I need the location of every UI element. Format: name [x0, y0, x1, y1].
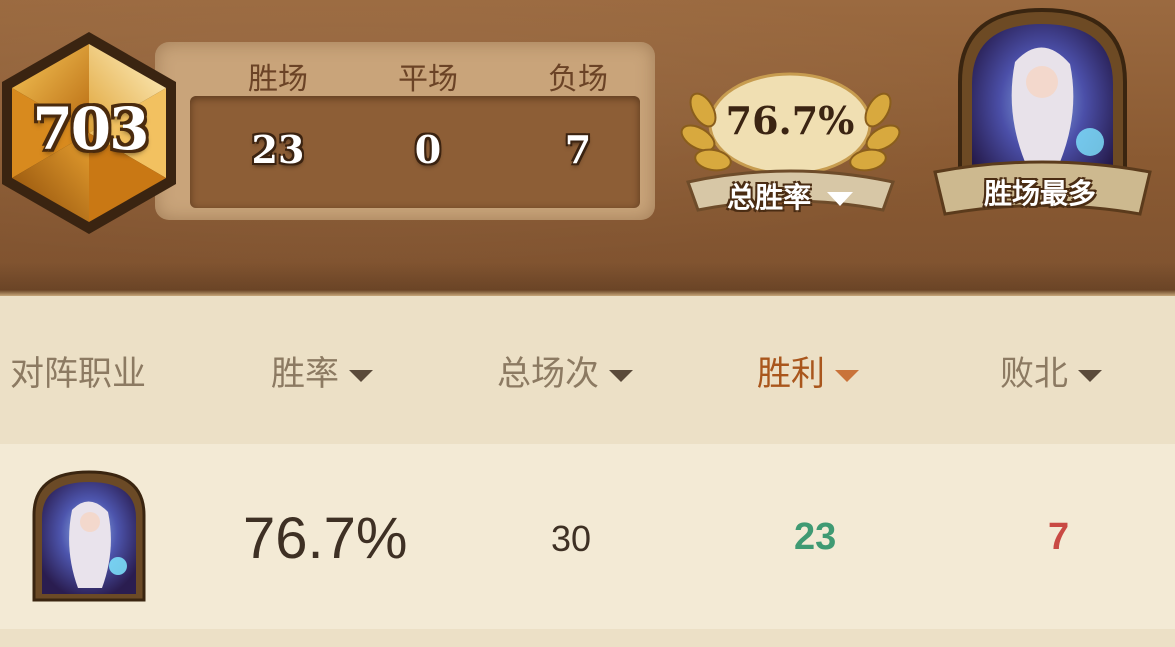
column-wins-label: 胜利 — [757, 354, 825, 394]
stat-losses-value: 7 — [564, 127, 592, 172]
sort-losses-button[interactable]: 败北 — [1000, 352, 1102, 396]
win-rate-dropdown[interactable]: 总胜率 — [700, 176, 880, 216]
sort-caret-icon — [1078, 369, 1102, 382]
stat-wins-value: 23 — [251, 127, 305, 172]
sort-caret-icon — [349, 369, 373, 382]
stat-draws-value: 0 — [414, 127, 442, 172]
column-total-label: 总场次 — [497, 354, 599, 394]
column-losses-label: 败北 — [1000, 354, 1068, 394]
chevron-down-icon — [826, 192, 853, 206]
row-win-rate: 76.7% — [243, 506, 408, 571]
sort-total-button[interactable]: 总场次 — [497, 352, 633, 396]
most-wins-label: 胜场最多 — [983, 177, 1096, 210]
sort-win-rate-button[interactable]: 胜率 — [271, 352, 373, 396]
sort-caret-icon — [609, 369, 633, 382]
column-opponent-class: 对阵职业 — [10, 352, 146, 396]
stat-losses-label: 负场 — [548, 62, 608, 97]
stat-wins-label: 胜场 — [248, 62, 308, 97]
row-divider — [0, 629, 1175, 647]
column-win-rate-label: 胜率 — [271, 354, 339, 394]
row-wins: 23 — [794, 516, 837, 558]
column-opponent-class-label: 对阵职业 — [10, 354, 146, 394]
overall-win-rate: 76.7% — [725, 98, 855, 143]
sort-wins-button[interactable]: 胜利 — [757, 352, 859, 396]
stat-draws-label: 平场 — [398, 62, 458, 97]
win-rate-dropdown-label: 总胜率 — [727, 181, 812, 214]
sort-caret-icon — [835, 369, 859, 382]
rank-value: 703 — [32, 95, 149, 163]
class-portrait-icon — [32, 470, 146, 602]
row-total-games: 30 — [551, 518, 592, 559]
row-losses: 7 — [1048, 516, 1070, 558]
